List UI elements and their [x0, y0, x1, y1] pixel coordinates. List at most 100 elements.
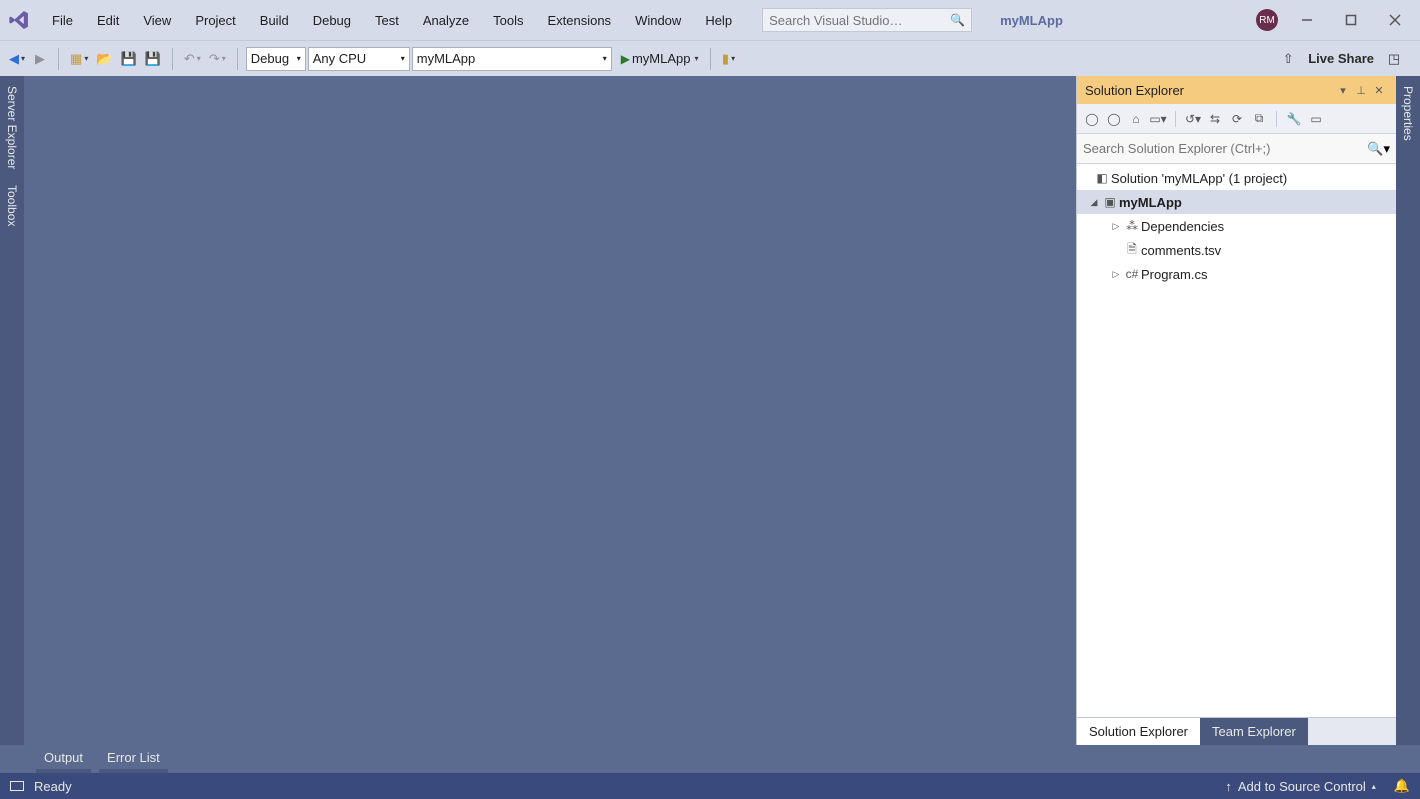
minimize-button[interactable] — [1292, 5, 1322, 35]
separator — [710, 48, 711, 70]
side-tab-properties[interactable]: Properties — [1399, 82, 1417, 145]
startup-project-combo[interactable]: myMLApp▾ — [412, 47, 612, 71]
expand-icon[interactable]: ◢ — [1087, 197, 1101, 208]
side-tab-server-explorer[interactable]: Server Explorer — [3, 82, 21, 173]
redo-button[interactable]: ↷▾ — [206, 47, 229, 71]
preview-selected-icon[interactable]: ▭ — [1307, 110, 1325, 128]
back-icon[interactable]: ◯ — [1083, 110, 1101, 128]
tab-team-explorer[interactable]: Team Explorer — [1200, 718, 1308, 745]
tree-project[interactable]: ◢ ▣ myMLApp — [1077, 190, 1396, 214]
quick-search[interactable]: 🔍 — [762, 8, 972, 32]
solution-config-combo[interactable]: Debug▾ — [246, 47, 306, 71]
quick-search-input[interactable] — [763, 13, 944, 28]
file-icon: 🗎 — [1123, 240, 1141, 261]
properties-icon[interactable]: 🔧 — [1285, 110, 1303, 128]
menu-window[interactable]: Window — [623, 0, 693, 40]
collapse-all-icon[interactable]: ⧉ — [1250, 110, 1268, 128]
expand-icon[interactable]: ▷ — [1109, 221, 1123, 232]
vs-logo-icon — [4, 5, 34, 35]
undo-button[interactable]: ↶▾ — [181, 47, 204, 71]
user-avatar[interactable]: RM — [1256, 9, 1278, 31]
solution-explorer-panel: Solution Explorer ▾ ⊥ ✕ ◯ ◯ ⌂ ▭▾ ↺▾ ⇆ ⟳ … — [1076, 76, 1396, 745]
chevron-up-icon[interactable]: ▴ — [1372, 782, 1376, 791]
source-control-button[interactable]: Add to Source Control — [1238, 779, 1366, 794]
startup-project-value: myMLApp — [417, 51, 476, 66]
save-all-button[interactable]: 💾 — [142, 47, 164, 71]
pin-icon[interactable]: ⊥ — [1352, 84, 1370, 97]
menu-analyze[interactable]: Analyze — [411, 0, 481, 40]
menu-debug[interactable]: Debug — [301, 0, 363, 40]
tab-output[interactable]: Output — [36, 746, 91, 773]
solution-icon: ◧ — [1093, 171, 1111, 185]
maximize-button[interactable] — [1336, 5, 1366, 35]
close-button[interactable] — [1380, 5, 1410, 35]
menu-file[interactable]: File — [40, 0, 85, 40]
tree-file-tsv[interactable]: 🗎 comments.tsv — [1077, 238, 1396, 262]
title-right: RM — [1256, 5, 1420, 35]
app-title: myMLApp — [1000, 13, 1063, 28]
notifications-icon[interactable]: 🔔 — [1394, 778, 1410, 794]
bottom-dock-tabs: Output Error List — [0, 745, 1420, 773]
solution-search[interactable]: 🔍▾ — [1077, 134, 1396, 164]
tab-solution-explorer[interactable]: Solution Explorer — [1077, 718, 1200, 745]
tree-label: comments.tsv — [1141, 243, 1221, 258]
main-area: Server Explorer Toolbox Solution Explore… — [0, 76, 1420, 745]
open-file-button[interactable]: 📂 — [93, 47, 115, 71]
menu-project[interactable]: Project — [183, 0, 247, 40]
close-panel-icon[interactable]: ✕ — [1370, 84, 1388, 97]
project-csharp-icon: ▣ — [1101, 195, 1119, 209]
up-arrow-icon: ↑ — [1225, 779, 1232, 794]
window-position-icon[interactable]: ▾ — [1334, 84, 1352, 97]
menu-view[interactable]: View — [131, 0, 183, 40]
menu-build[interactable]: Build — [248, 0, 301, 40]
sync-active-doc-icon[interactable]: ⇆ — [1206, 110, 1224, 128]
separator — [1175, 111, 1176, 127]
solution-platform-value: Any CPU — [313, 51, 366, 66]
extra-toolbar-button[interactable]: ▮▾ — [719, 47, 739, 71]
separator — [237, 48, 238, 70]
nav-forward-button[interactable]: ▶ — [30, 47, 50, 71]
tree-dependencies[interactable]: ▷ ⁂ Dependencies — [1077, 214, 1396, 238]
tree-label: Program.cs — [1141, 267, 1207, 282]
solution-explorer-toolbar: ◯ ◯ ⌂ ▭▾ ↺▾ ⇆ ⟳ ⧉ 🔧 ▭ — [1077, 104, 1396, 134]
tree-file-cs[interactable]: ▷ c# Program.cs — [1077, 262, 1396, 286]
right-dock-rail: Properties — [1396, 76, 1420, 745]
menu-help[interactable]: Help — [693, 0, 744, 40]
tab-error-list[interactable]: Error List — [99, 746, 168, 773]
live-share-button[interactable]: Live Share — [1308, 51, 1374, 66]
tree-solution-root[interactable]: ◧ Solution 'myMLApp' (1 project) — [1077, 166, 1396, 190]
panel-title-bar[interactable]: Solution Explorer ▾ ⊥ ✕ — [1077, 76, 1396, 104]
solution-tree[interactable]: ◧ Solution 'myMLApp' (1 project) ◢ ▣ myM… — [1077, 164, 1396, 717]
side-tab-toolbox[interactable]: Toolbox — [3, 181, 21, 230]
menu-edit[interactable]: Edit — [85, 0, 131, 40]
tree-label: myMLApp — [1119, 195, 1182, 210]
tree-label: Dependencies — [1141, 219, 1224, 234]
solution-search-input[interactable] — [1083, 141, 1367, 156]
start-debug-button[interactable]: ▶myMLApp▾ — [614, 47, 702, 71]
switch-views-icon[interactable]: ▭▾ — [1149, 110, 1167, 128]
nav-back-button[interactable]: ◀▾ — [6, 47, 28, 71]
left-dock-rail: Server Explorer Toolbox — [0, 76, 24, 745]
editor-surface — [24, 76, 1076, 745]
pending-changes-filter-icon[interactable]: ↺▾ — [1184, 110, 1202, 128]
menu-extensions[interactable]: Extensions — [535, 0, 623, 40]
expand-icon[interactable]: ▷ — [1109, 269, 1123, 280]
menu-test[interactable]: Test — [363, 0, 411, 40]
new-project-button[interactable]: ▦▾ — [67, 47, 91, 71]
solution-platform-combo[interactable]: Any CPU▾ — [308, 47, 410, 71]
save-button[interactable]: 💾 — [118, 47, 140, 71]
home-icon[interactable]: ⌂ — [1127, 110, 1145, 128]
forward-icon[interactable]: ◯ — [1105, 110, 1123, 128]
menu-tools[interactable]: Tools — [481, 0, 535, 40]
separator — [58, 48, 59, 70]
search-icon: 🔍▾ — [1367, 141, 1390, 157]
separator — [172, 48, 173, 70]
refresh-icon[interactable]: ⟳ — [1228, 110, 1246, 128]
feedback-icon[interactable]: ◳ — [1384, 47, 1404, 71]
search-icon: 🔍 — [944, 13, 971, 27]
separator — [1276, 111, 1277, 127]
live-share-icon[interactable]: ⇧ — [1278, 47, 1298, 71]
main-menu: File Edit View Project Build Debug Test … — [40, 0, 744, 40]
status-indicator-icon — [10, 781, 24, 791]
run-target-label: myMLApp — [630, 51, 693, 66]
